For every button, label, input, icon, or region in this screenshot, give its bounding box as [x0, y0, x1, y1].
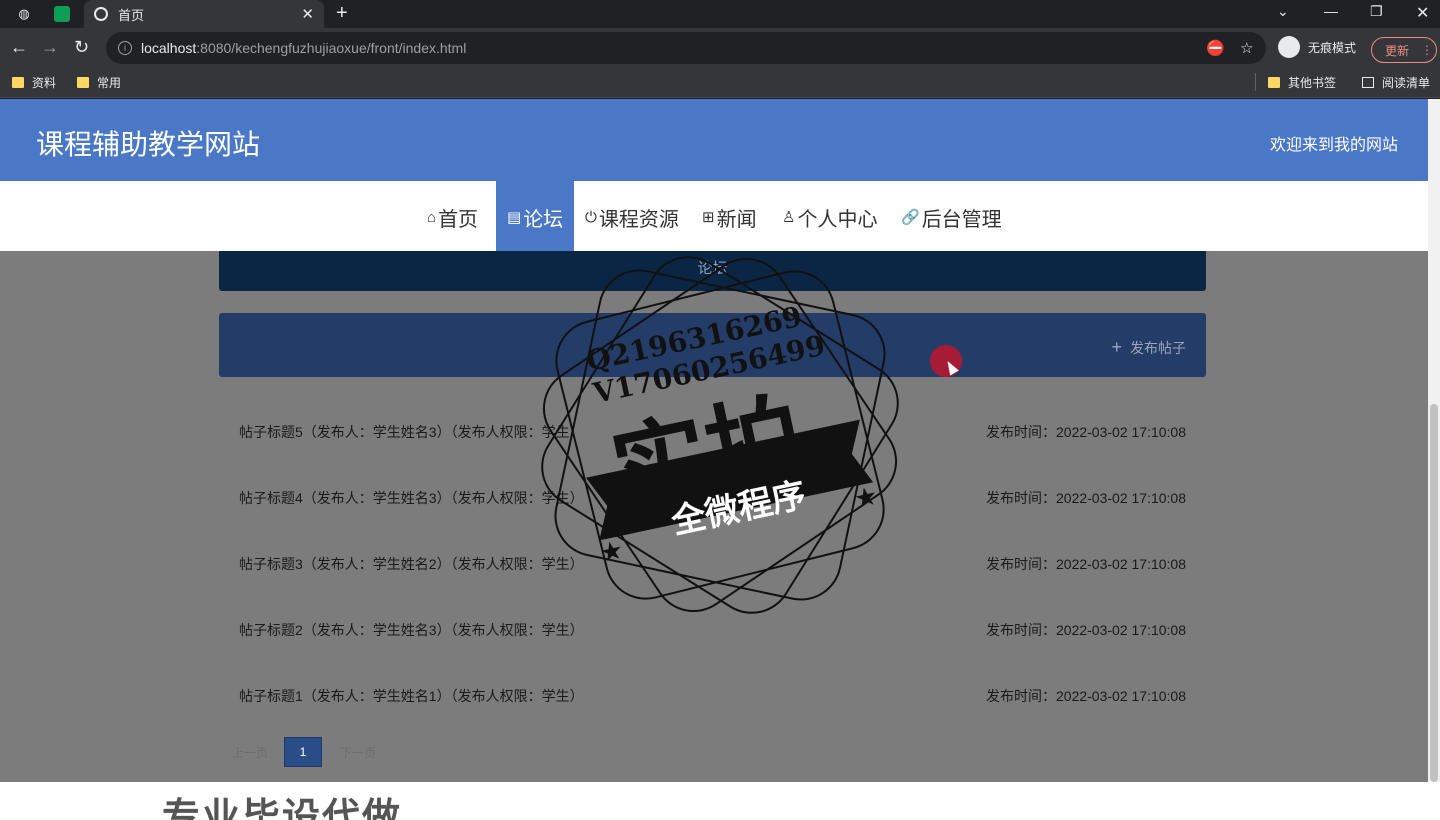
page-number-button[interactable]: 1	[284, 737, 322, 767]
site-title: 课程辅助教学网站	[36, 129, 261, 160]
post-title[interactable]: 帖子标题5（发布人：学生姓名3）（发布人权限：学生）	[239, 422, 584, 442]
link-icon: 🔗	[901, 209, 920, 226]
forum-action-bar: + 发布帖子	[219, 313, 1206, 377]
user-icon: ♙	[782, 209, 796, 226]
url-path: :8080/kechengfuzhujiaoxue/front/index.ht…	[196, 40, 467, 56]
nav-label: 课程资源	[598, 208, 679, 231]
back-button[interactable]: ←	[10, 37, 28, 58]
nav-label: 后台管理	[921, 208, 1002, 231]
globe-icon	[94, 7, 108, 21]
forward-button[interactable]: →	[41, 37, 59, 58]
grid-icon: ⊞	[702, 209, 715, 226]
folder-icon	[1268, 77, 1280, 88]
overlay-caption: 专业毕设代做	[162, 797, 403, 820]
nav-news[interactable]: ⊞ 新闻	[702, 181, 757, 253]
nav-label: 新闻	[716, 208, 757, 231]
reading-list[interactable]: 阅读清单	[1362, 74, 1430, 91]
incognito-indicator[interactable]: 无痕模式	[1278, 36, 1356, 58]
post-title[interactable]: 帖子标题2（发布人：学生姓名3）（发布人权限：学生）	[239, 620, 584, 640]
breadcrumb: 论坛	[219, 251, 1206, 291]
url-host: localhost	[141, 40, 197, 56]
other-bookmarks[interactable]: 其他书签	[1268, 74, 1336, 91]
nav-label: 论坛	[523, 208, 564, 231]
incognito-label: 无痕模式	[1308, 40, 1357, 55]
nav-personal-center[interactable]: ♙ 个人中心	[782, 181, 877, 253]
post-time: 发布时间：2022-03-02 17:10:08	[986, 490, 1186, 506]
nav-label: 首页	[438, 208, 479, 231]
blocked-popup-icon[interactable]: ⛔	[1206, 39, 1225, 57]
minimize-button[interactable]: —	[1324, 3, 1338, 19]
tab-title: 首页	[118, 7, 145, 23]
bookmark-folder[interactable]: 资料	[12, 74, 56, 91]
nav-home[interactable]: ⌂ 首页	[427, 181, 478, 253]
restore-button[interactable]: ❐	[1370, 3, 1383, 20]
power-icon: ⏻	[585, 208, 597, 226]
close-window-button[interactable]: ✕	[1416, 3, 1429, 23]
list-item[interactable]: 帖子标题3（发布人：学生姓名2）（发布人权限：学生） 发布时间：2022-03-…	[219, 530, 1206, 596]
close-icon[interactable]: ✕	[301, 5, 314, 23]
next-page-button[interactable]: 下一页	[340, 744, 376, 761]
browser-tab-strip: ◍ 首页 ✕ + ⌄ — ❐ ✕	[0, 0, 1440, 28]
folder-icon	[12, 77, 24, 88]
bookmarks-bar: 资料 常用 其他书签 阅读清单	[0, 68, 1440, 98]
incognito-icon	[1278, 36, 1300, 58]
page-viewport: 课程辅助教学网站 欢迎来到我的网站 ⌂ 首页 ▤ 论坛 ⏻ 课程资源 ⊞ 新闻 …	[0, 99, 1428, 782]
list-item[interactable]: 帖子标题1（发布人：学生姓名1）（发布人权限：学生） 发布时间：2022-03-…	[219, 662, 1206, 728]
post-time: 发布时间：2022-03-02 17:10:08	[986, 622, 1186, 638]
more-icon: ⋮	[1421, 43, 1434, 57]
reload-button[interactable]: ↻	[74, 37, 89, 58]
list-item[interactable]: 帖子标题4（发布人：学生姓名3）（发布人权限：学生） 发布时间：2022-03-…	[219, 464, 1206, 530]
home-icon: ⌂	[427, 208, 437, 226]
bookmark-folder[interactable]: 常用	[77, 74, 121, 91]
update-button[interactable]: 更新 ⋮	[1371, 37, 1437, 63]
nav-admin[interactable]: 🔗 后台管理	[901, 181, 1002, 253]
page-scrollbar[interactable]	[1428, 99, 1440, 782]
pagination: 上一页 1 下一页	[232, 737, 376, 767]
plus-icon: +	[1111, 337, 1122, 357]
browser-toolbar: ← → ↻ i localhost:8080/kechengfuzhujiaox…	[0, 28, 1440, 68]
folder-icon	[77, 77, 89, 88]
reading-list-icon	[1362, 77, 1374, 88]
bookmark-label: 资料	[32, 76, 57, 90]
list-item[interactable]: 帖子标题2（发布人：学生姓名3）（发布人权限：学生） 发布时间：2022-03-…	[219, 596, 1206, 662]
publish-post-label: 发布帖子	[1130, 339, 1186, 356]
chevron-down-icon[interactable]: ⌄	[1277, 3, 1289, 20]
forum-icon: ▤	[507, 209, 522, 226]
reading-list-label: 阅读清单	[1382, 76, 1431, 90]
nav-forum[interactable]: ▤ 论坛	[496, 181, 575, 253]
post-time: 发布时间：2022-03-02 17:10:08	[986, 424, 1186, 440]
post-title[interactable]: 帖子标题1（发布人：学生姓名1）（发布人权限：学生）	[239, 686, 584, 706]
post-time: 发布时间：2022-03-02 17:10:08	[986, 688, 1186, 704]
welcome-text: 欢迎来到我的网站	[1269, 137, 1398, 154]
address-bar[interactable]: i localhost:8080/kechengfuzhujiaoxue/fro…	[106, 32, 1266, 64]
bookmark-label: 常用	[97, 76, 122, 90]
star-icon[interactable]: ☆	[1240, 39, 1253, 57]
list-item[interactable]: 帖子标题5（发布人：学生姓名3）（发布人权限：学生） 发布时间：2022-03-…	[219, 398, 1206, 464]
nav-course-resources[interactable]: ⏻ 课程资源	[585, 181, 679, 253]
update-label: 更新	[1385, 43, 1410, 58]
new-tab-button[interactable]: +	[336, 2, 348, 25]
globe-icon[interactable]: ◍	[15, 5, 33, 23]
publish-post-button[interactable]: + 发布帖子	[1111, 337, 1186, 358]
nav-label: 个人中心	[797, 208, 878, 231]
post-time: 发布时间：2022-03-02 17:10:08	[986, 556, 1186, 572]
tab-home[interactable]: 首页 ✕	[84, 0, 324, 28]
main-nav: ⌂ 首页 ▤ 论坛 ⏻ 课程资源 ⊞ 新闻 ♙ 个人中心 🔗 后台管理	[0, 181, 1428, 253]
other-bookmarks-label: 其他书签	[1288, 76, 1337, 90]
post-title[interactable]: 帖子标题3（发布人：学生姓名2）（发布人权限：学生）	[239, 554, 584, 574]
info-icon[interactable]: i	[118, 41, 132, 55]
prev-page-button[interactable]: 上一页	[232, 744, 284, 761]
site-header: 课程辅助教学网站 欢迎来到我的网站	[0, 99, 1428, 181]
scrollbar-thumb[interactable]	[1430, 404, 1438, 782]
sheets-icon[interactable]	[54, 6, 70, 22]
bookmark-divider	[1255, 73, 1256, 91]
overlay-caption-strip: 专业毕设代做	[0, 782, 1440, 820]
post-title[interactable]: 帖子标题4（发布人：学生姓名3）（发布人权限：学生）	[239, 488, 584, 508]
